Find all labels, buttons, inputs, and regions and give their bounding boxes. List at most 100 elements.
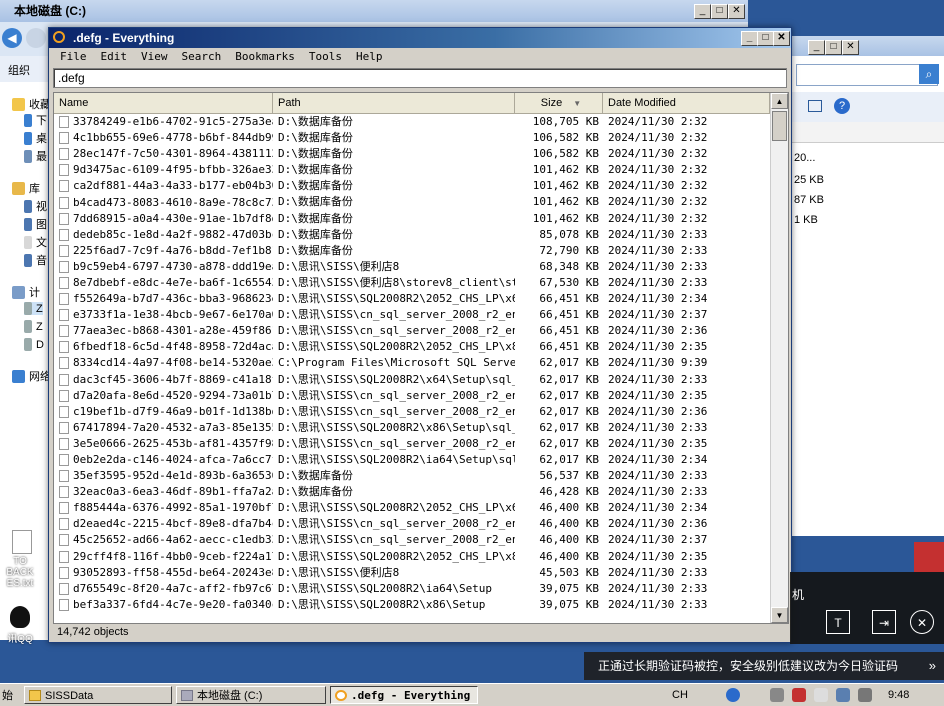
table-row[interactable]: dac3cf45-3606-4b7f-8869-c41a18f... D:\思讯\… xyxy=(54,372,770,388)
table-row[interactable]: f885444a-6376-4992-85a1-1970bf7... D:\思讯\… xyxy=(54,500,770,516)
table-row[interactable]: b4cad473-8083-4610-8a9e-78c8c73... D:\数据库… xyxy=(54,194,770,210)
everything-titlebar[interactable]: .defg - Everything _ □ ✕ xyxy=(49,28,791,48)
organize-button[interactable]: 组织 xyxy=(8,62,30,78)
cell-date: 2024/11/30 2:37 xyxy=(608,533,708,547)
close-button[interactable]: ✕ xyxy=(842,40,859,55)
disconnect-icon[interactable]: ✕ xyxy=(910,610,934,634)
table-row[interactable]: ca2df881-44a3-4a33-b177-eb04b30... D:\数据库… xyxy=(54,178,770,194)
folder-transfer-icon[interactable]: ⇥ xyxy=(872,610,896,634)
table-row[interactable]: bef3a337-6fd4-4c7e-9e20-fa0340c... D:\思讯\… xyxy=(54,597,770,613)
nav-item-downloads[interactable]: 下 xyxy=(24,112,47,128)
desktop-icon-text-file[interactable]: TO BACK ES.txt xyxy=(0,530,44,589)
table-row[interactable]: c19bef1b-d7f9-46a9-b01f-1d138bd... D:\思讯\… xyxy=(54,404,770,420)
table-row[interactable]: 33784249-e1b6-4702-91c5-275a3ea... D:\数据库… xyxy=(54,114,770,130)
help-icon[interactable]: ? xyxy=(834,98,850,114)
menu-search[interactable]: Search xyxy=(175,48,229,66)
text-tool-icon[interactable]: T xyxy=(826,610,850,634)
nav-item-drive-z2[interactable]: Z xyxy=(24,320,43,333)
maximize-button[interactable]: □ xyxy=(757,31,774,46)
table-row[interactable]: 0eb2e2da-c146-4024-afca-7a6cc7f... D:\思讯\… xyxy=(54,452,770,468)
menu-help[interactable]: Help xyxy=(349,48,390,66)
table-row[interactable]: 93052893-ff58-455d-be64-20243e8... D:\思讯\… xyxy=(54,565,770,581)
task-everything[interactable]: .defg - Everything xyxy=(330,686,478,704)
table-row[interactable]: 8e7dbebf-e8dc-4e7e-ba6f-1c65543... D:\思讯\… xyxy=(54,275,770,291)
task-local-disk[interactable]: 本地磁盘 (C:) xyxy=(176,686,326,704)
table-row[interactable]: 3e5e0666-2625-453b-af81-4357f98... D:\思讯\… xyxy=(54,436,770,452)
nav-item-desktop[interactable]: 桌 xyxy=(24,130,47,146)
scroll-down-icon[interactable]: ▼ xyxy=(771,607,788,623)
nav-item-drive-z1[interactable]: Z xyxy=(24,302,43,315)
nav-item-recent[interactable]: 最 xyxy=(24,148,47,164)
table-row[interactable]: 225f6ad7-7c9f-4a76-b8dd-7ef1b81... D:\数据库… xyxy=(54,243,770,259)
table-row[interactable]: 67417894-7a20-4532-a7a3-85e1355... D:\思讯\… xyxy=(54,420,770,436)
table-row[interactable]: e3733f1a-1e38-4bcb-9e67-6e170a0... D:\思讯\… xyxy=(54,307,770,323)
search-input[interactable]: .defg xyxy=(53,68,787,88)
nav-item-libraries[interactable]: 库 xyxy=(12,180,40,196)
column-header-size[interactable]: Size ▼ xyxy=(515,93,603,113)
table-row[interactable]: 77aea3ec-b868-4301-a28e-459f861... D:\思讯\… xyxy=(54,323,770,339)
nav-item-drive-d[interactable]: D xyxy=(24,338,44,351)
clock[interactable]: 9:48 xyxy=(888,686,909,704)
folder-icon xyxy=(24,113,32,127)
scroll-up-icon[interactable]: ▲ xyxy=(771,93,788,109)
menu-file[interactable]: File xyxy=(53,48,94,66)
maximize-button[interactable]: □ xyxy=(711,4,728,19)
column-header-path[interactable]: Path xyxy=(273,93,515,113)
menu-view[interactable]: View xyxy=(134,48,175,66)
back-icon[interactable]: ◀ xyxy=(2,28,22,48)
table-row[interactable]: 29cff4f8-116f-4bb0-9ceb-f224a17... D:\思讯\… xyxy=(54,549,770,565)
view-toggle-icon[interactable] xyxy=(808,100,822,112)
table-row[interactable]: dedeb85c-1e8d-4a2f-9882-47d03bc... D:\数据库… xyxy=(54,227,770,243)
nav-item-favorites[interactable]: 收藏 xyxy=(12,96,51,112)
network-icon[interactable] xyxy=(836,688,850,702)
nav-item-music[interactable]: 音 xyxy=(24,252,47,268)
forward-icon[interactable] xyxy=(26,28,46,48)
table-row[interactable]: 9d3475ac-6109-4f95-bfbb-326ae33... D:\数据库… xyxy=(54,162,770,178)
keyboard-icon[interactable] xyxy=(770,688,784,702)
start-button[interactable]: 始 xyxy=(2,687,13,703)
vertical-scrollbar[interactable]: ▲ ▼ xyxy=(770,93,788,623)
table-row[interactable]: d7a20afa-8e6d-4520-9294-73a01b7... D:\思讯\… xyxy=(54,388,770,404)
table-row[interactable]: 8334cd14-4a97-4f08-be14-5320ae3... C:\Pro… xyxy=(54,355,770,371)
minimize-button[interactable]: _ xyxy=(694,4,711,19)
search-icon[interactable]: ⌕ xyxy=(919,64,939,84)
language-indicator[interactable]: CH xyxy=(672,686,688,704)
menu-edit[interactable]: Edit xyxy=(94,48,135,66)
volume-icon[interactable] xyxy=(858,688,872,702)
close-button[interactable]: ✕ xyxy=(773,31,790,46)
task-siss-data[interactable]: SISSData xyxy=(24,686,172,704)
double-chevron-icon[interactable]: » xyxy=(929,652,936,680)
flag-icon[interactable] xyxy=(814,688,828,702)
column-header-date-modified[interactable]: Date Modified xyxy=(603,93,770,113)
table-row[interactable]: f552649a-b7d7-436c-bba3-968623e... D:\思讯\… xyxy=(54,291,770,307)
close-button[interactable]: ✕ xyxy=(728,4,745,19)
table-row[interactable]: d2eaed4c-2215-4bcf-89e8-dfa7b4c... D:\思讯\… xyxy=(54,516,770,532)
minimize-button[interactable]: _ xyxy=(808,40,825,55)
background-address-bar[interactable]: ⌕ xyxy=(796,64,939,86)
maximize-button[interactable]: □ xyxy=(825,40,842,55)
remote-app-icon[interactable] xyxy=(792,688,806,702)
table-row[interactable]: 45c25652-ad66-4a62-aecc-c1edb33... D:\思讯\… xyxy=(54,532,770,548)
minimize-button[interactable]: _ xyxy=(741,31,758,46)
table-row[interactable]: d765549c-8f20-4a7c-aff2-fb97c67... D:\思讯\… xyxy=(54,581,770,597)
table-row[interactable]: 28ec147f-7c50-4301-8964-4381112... D:\数据库… xyxy=(54,146,770,162)
table-row[interactable]: 32eac0a3-6ea3-46df-89b1-ffa7a2a... D:\数据库… xyxy=(54,484,770,500)
red-folder-badge[interactable] xyxy=(914,542,944,572)
help-icon[interactable] xyxy=(726,688,740,702)
nav-item-documents[interactable]: 文 xyxy=(24,234,47,250)
menu-tools[interactable]: Tools xyxy=(302,48,349,66)
scroll-thumb[interactable] xyxy=(772,111,787,141)
table-row[interactable]: 4c1bb655-69e6-4778-b6bf-844db99... D:\数据库… xyxy=(54,130,770,146)
table-row[interactable]: 7dd68915-a0a4-430e-91ae-1b7df8d... D:\数据库… xyxy=(54,211,770,227)
table-row[interactable]: b9c59eb4-6797-4730-a878-ddd19ea... D:\思讯\… xyxy=(54,259,770,275)
nav-item-computer[interactable]: 计 xyxy=(12,284,40,300)
table-row[interactable]: 6fbedf18-6c5d-4f48-8958-72d4aca... D:\思讯\… xyxy=(54,339,770,355)
table-row[interactable]: 35ef3595-952d-4e1d-893b-6a36536... D:\数据库… xyxy=(54,468,770,484)
file-icon xyxy=(59,502,69,515)
column-header-name[interactable]: Name xyxy=(54,93,273,113)
nav-item-pictures[interactable]: 图 xyxy=(24,216,47,232)
nav-item-videos[interactable]: 视 xyxy=(24,198,47,214)
menu-bookmarks[interactable]: Bookmarks xyxy=(228,48,302,66)
desktop-icon-qq[interactable]: 讯QQ xyxy=(0,606,40,645)
nav-item-network[interactable]: 网络 xyxy=(12,368,51,384)
